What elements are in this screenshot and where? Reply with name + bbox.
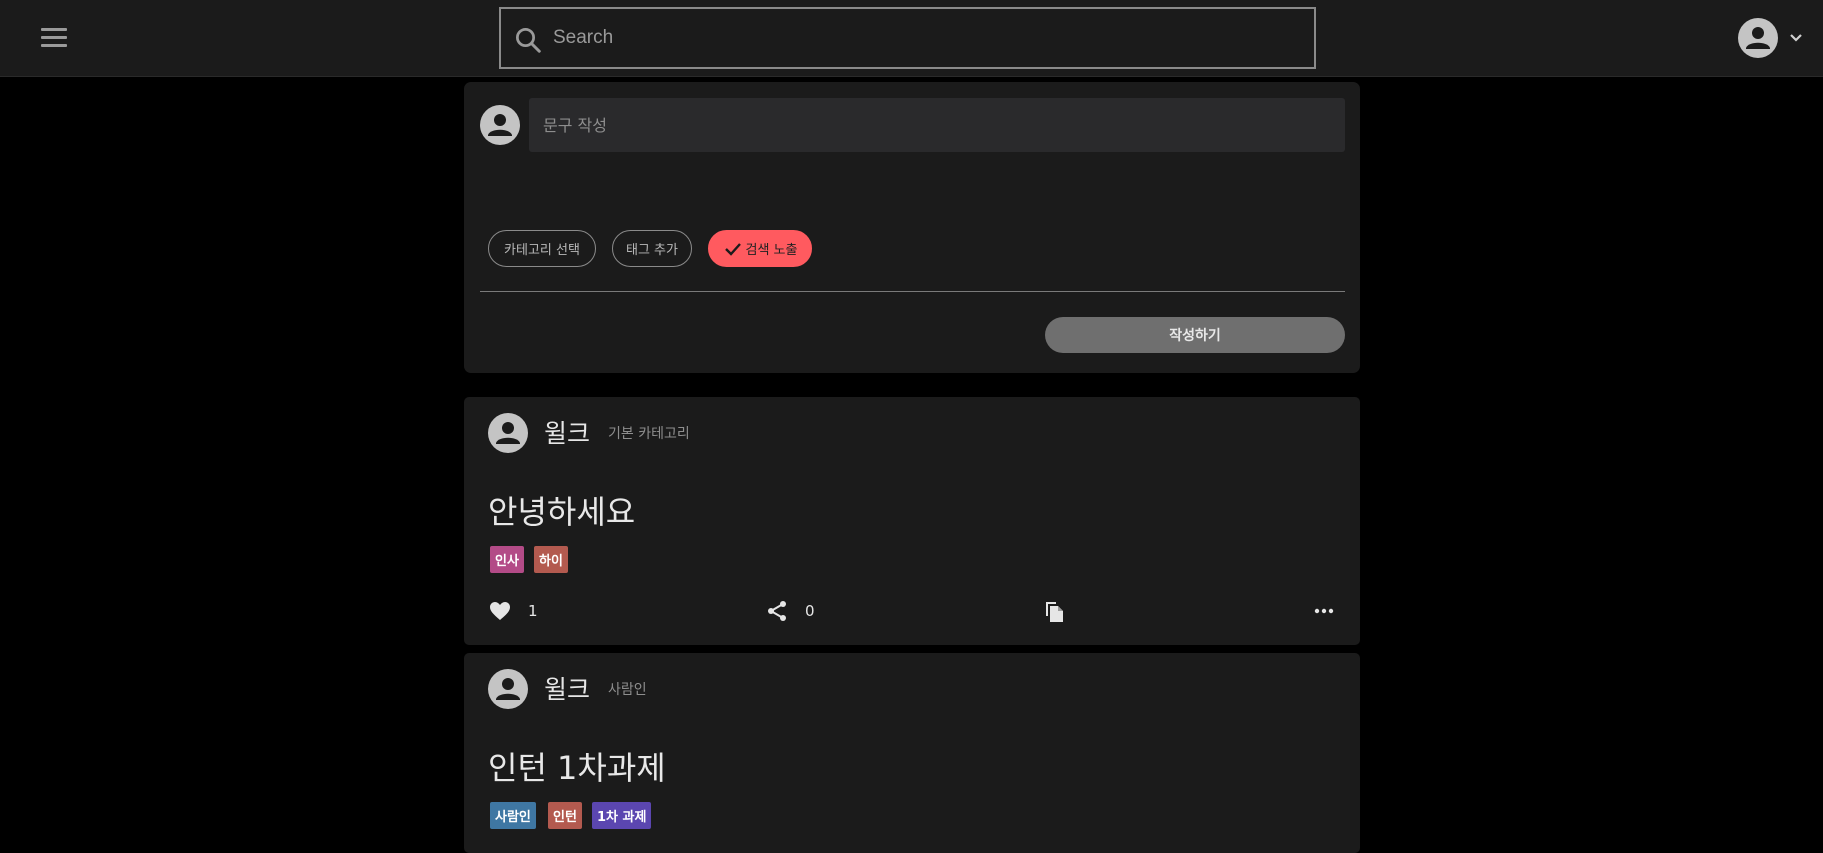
more-horizontal-icon <box>1314 608 1334 614</box>
avatar <box>488 413 528 453</box>
tag-chip[interactable]: 인턴 <box>548 802 582 829</box>
copy-button[interactable] <box>1042 597 1066 625</box>
person-icon <box>496 422 520 444</box>
post-category: 기본 카테고리 <box>608 426 690 442</box>
search-bar <box>499 7 1316 69</box>
post-title: 인턴 1차과제 <box>488 749 666 787</box>
divider <box>480 291 1345 292</box>
share-button[interactable]: 0 <box>765 597 815 625</box>
tag-chip[interactable]: 하이 <box>534 546 568 573</box>
top-app-bar <box>0 0 1823 77</box>
tag-chip[interactable]: 인사 <box>490 546 524 573</box>
post-composer: 카테고리 선택 태그 추가 검색 노출 작성하기 <box>464 82 1360 373</box>
submit-label: 작성하기 <box>1169 328 1221 344</box>
check-icon <box>724 242 741 256</box>
account-circle-icon <box>1738 18 1778 58</box>
add-tag-chip[interactable]: 태그 추가 <box>612 230 692 267</box>
avatar <box>480 105 520 145</box>
search-exposure-toggle[interactable]: 검색 노출 <box>708 230 812 267</box>
share-count: 0 <box>805 602 815 620</box>
tag-chip[interactable]: 1차 과제 <box>592 802 652 829</box>
copy-file-icon <box>1046 602 1063 622</box>
compose-text-input[interactable] <box>529 98 1345 152</box>
add-tag-label: 태그 추가 <box>626 243 678 258</box>
post-category: 사람인 <box>608 682 647 698</box>
avatar <box>488 669 528 709</box>
post-title: 안녕하세요 <box>488 493 636 531</box>
like-count: 1 <box>528 602 538 620</box>
post-card: 윌크 사람인 인턴 1차과제 사람인 인턴 1차 과제 <box>464 653 1360 853</box>
tag-chip[interactable]: 사람인 <box>490 802 536 829</box>
search-exposure-label: 검색 노출 <box>745 243 798 258</box>
category-select-label: 카테고리 선택 <box>504 243 580 258</box>
post-card: 윌크 기본 카테고리 안녕하세요 인사 하이 1 0 <box>464 397 1360 645</box>
like-button[interactable]: 1 <box>488 597 538 625</box>
share-icon <box>768 601 786 621</box>
submit-post-button[interactable]: 작성하기 <box>1045 317 1345 353</box>
more-options-button[interactable] <box>1312 597 1336 625</box>
category-select-chip[interactable]: 카테고리 선택 <box>488 230 596 267</box>
account-menu-button[interactable] <box>1738 18 1808 58</box>
author-name[interactable]: 윌크 <box>544 670 590 706</box>
search-input[interactable] <box>551 9 1301 67</box>
person-icon <box>496 678 520 700</box>
chevron-down-icon <box>1790 34 1802 42</box>
heart-icon <box>490 602 510 620</box>
author-name[interactable]: 윌크 <box>544 414 590 450</box>
person-icon <box>488 114 512 136</box>
search-icon[interactable] <box>513 25 543 55</box>
hamburger-menu-icon[interactable] <box>38 24 70 52</box>
